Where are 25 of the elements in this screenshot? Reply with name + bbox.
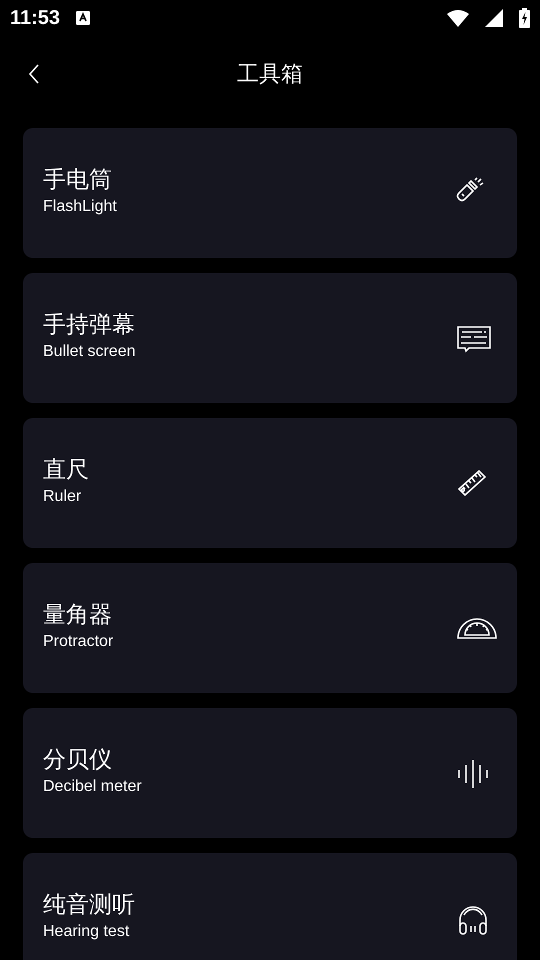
tool-title: 手持弹幕 (43, 312, 136, 340)
tool-subtitle: Protractor (43, 632, 114, 652)
tool-subtitle: Hearing test (43, 922, 130, 942)
signal-icon (485, 9, 503, 27)
tool-title: 纯音测听 (43, 892, 136, 920)
tool-subtitle: Ruler (43, 486, 82, 507)
battery-icon (519, 8, 530, 28)
tool-card[interactable]: 手持弹幕 Bullet screen (23, 273, 517, 403)
tool-card[interactable]: 直尺 Ruler (23, 418, 517, 548)
tool-card[interactable]: 分贝仪 Decibel meter (23, 708, 517, 838)
tool-subtitle: Bullet screen (43, 342, 136, 362)
page-title: 工具箱 (237, 60, 303, 88)
tool-subtitle: Decibel meter (43, 776, 143, 797)
tool-card[interactable]: 纯音测听 Hearing test (23, 853, 517, 960)
status-time: 11:53 (10, 6, 60, 31)
tool-title: 手电筒 (43, 167, 113, 195)
tool-title: 直尺 (43, 457, 90, 485)
tool-card[interactable]: 量角器 Protractor (23, 563, 517, 693)
chevron-left-icon (28, 64, 40, 84)
tool-card[interactable]: 手电筒 FlashLight (23, 128, 517, 258)
wifi-icon (447, 10, 469, 26)
tool-title: 分贝仪 (43, 747, 113, 775)
notification-icon (76, 11, 90, 25)
tool-subtitle: FlashLight (43, 196, 118, 217)
tool-title: 量角器 (43, 602, 113, 630)
